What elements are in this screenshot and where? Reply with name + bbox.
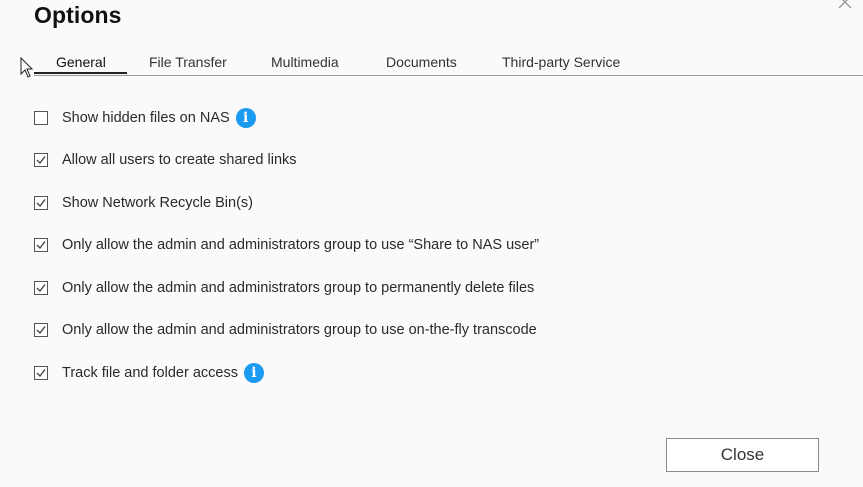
checkmark-icon <box>36 369 46 378</box>
info-icon[interactable]: i <box>235 108 256 128</box>
option-label: Only allow the admin and administrators … <box>62 237 540 253</box>
tab-bar: General File Transfer Multimedia Documen… <box>34 45 863 76</box>
checkbox-allow-shared-links[interactable] <box>34 153 48 167</box>
checkmark-icon <box>36 156 46 165</box>
checkmark-icon <box>36 326 46 335</box>
checkmark-icon <box>36 199 46 208</box>
option-label: Track file and folder access <box>62 365 238 381</box>
checkbox-show-recycle-bin[interactable] <box>34 196 48 210</box>
tab-third-party-service[interactable]: Third-party Service <box>502 54 620 70</box>
options-dialog: Options General File Transfer Multimedia… <box>0 0 863 487</box>
checkbox-admin-transcode[interactable] <box>34 323 48 337</box>
option-label: Only allow the admin and administrators … <box>62 280 535 296</box>
option-label: Only allow the admin and administrators … <box>62 322 537 338</box>
tab-multimedia[interactable]: Multimedia <box>271 54 339 70</box>
checkbox-admin-share-to-nas-user[interactable] <box>34 238 48 252</box>
option-label: Show hidden files on NAS <box>62 110 230 126</box>
option-show-recycle-bin[interactable]: Show Network Recycle Bin(s) <box>34 189 253 217</box>
checkbox-show-hidden-files[interactable] <box>34 111 48 125</box>
option-label: Allow all users to create shared links <box>62 152 297 168</box>
option-label: Show Network Recycle Bin(s) <box>62 195 253 211</box>
option-allow-shared-links[interactable]: Allow all users to create shared links <box>34 146 297 174</box>
option-admin-share-to-nas-user[interactable]: Only allow the admin and administrators … <box>34 231 539 259</box>
dialog-title: Options <box>34 2 122 28</box>
option-admin-permanently-delete[interactable]: Only allow the admin and administrators … <box>34 274 534 302</box>
option-show-hidden-files[interactable]: Show hidden files on NAS i <box>34 104 256 132</box>
tab-general[interactable]: General <box>56 54 106 70</box>
tab-file-transfer[interactable]: File Transfer <box>149 54 227 70</box>
mouse-cursor-icon <box>20 57 34 78</box>
info-icon[interactable]: i <box>243 363 264 383</box>
option-admin-transcode[interactable]: Only allow the admin and administrators … <box>34 316 537 344</box>
close-button[interactable]: Close <box>666 438 819 472</box>
checkmark-icon <box>36 284 46 293</box>
option-track-file-access[interactable]: Track file and folder access i <box>34 359 264 387</box>
active-tab-indicator <box>34 72 127 74</box>
checkmark-icon <box>36 241 46 250</box>
close-x-icon[interactable] <box>837 0 853 10</box>
checkbox-track-file-access[interactable] <box>34 366 48 380</box>
tab-documents[interactable]: Documents <box>386 54 457 70</box>
checkbox-admin-permanently-delete[interactable] <box>34 281 48 295</box>
